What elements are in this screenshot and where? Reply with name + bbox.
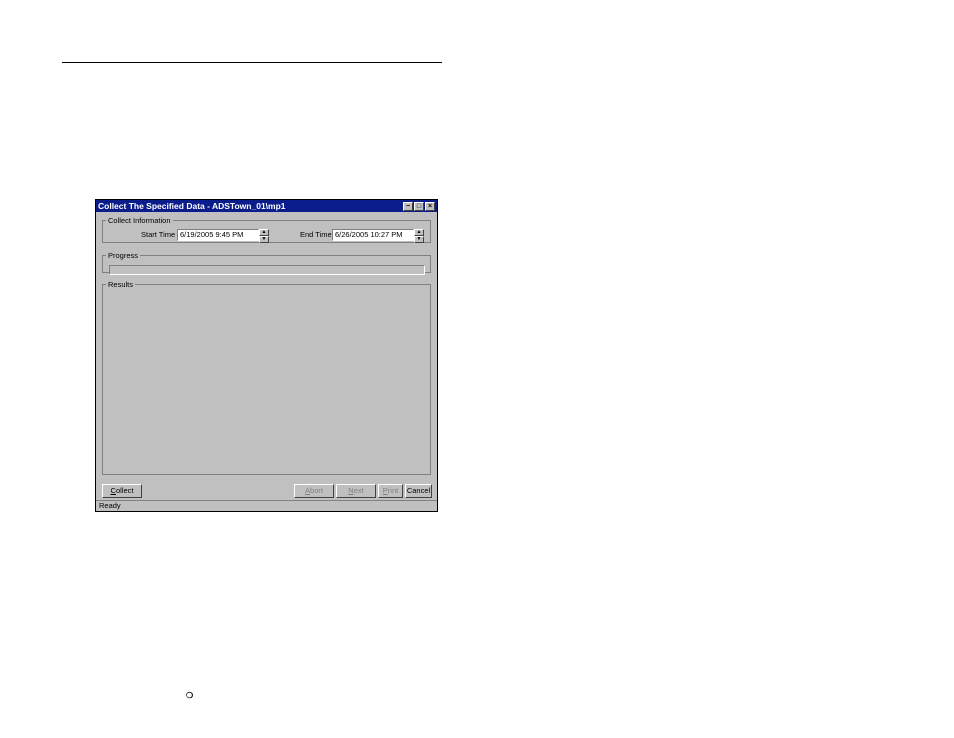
progress-bar bbox=[109, 265, 425, 275]
progress-group: Progress bbox=[102, 251, 431, 273]
window-title: Collect The Specified Data - ADSTown_01\… bbox=[98, 201, 286, 211]
cancel-button[interactable]: Cancel bbox=[405, 484, 432, 498]
end-time-label: End Time bbox=[300, 230, 332, 239]
dialog-window: Collect The Specified Data - ADSTown_01\… bbox=[95, 199, 438, 512]
bullet-icon: ❍ bbox=[186, 691, 193, 700]
titlebar[interactable]: Collect The Specified Data - ADSTown_01\… bbox=[96, 200, 437, 212]
status-bar: Ready bbox=[96, 500, 437, 511]
minimize-button[interactable]: − bbox=[403, 202, 413, 211]
start-time-input[interactable]: 6/19/2005 9:45 PM bbox=[177, 229, 259, 241]
next-button: Next bbox=[336, 484, 376, 498]
down-arrow-icon[interactable]: ▼ bbox=[414, 236, 424, 243]
window-controls: − □ × bbox=[402, 202, 435, 211]
abort-button: Abort bbox=[294, 484, 334, 498]
close-button[interactable]: × bbox=[425, 202, 435, 211]
collect-information-legend: Collect Information bbox=[106, 216, 173, 225]
maximize-button[interactable]: □ bbox=[414, 202, 424, 211]
print-button: Print bbox=[378, 484, 403, 498]
end-time-spinner[interactable]: ▲ ▼ bbox=[414, 229, 424, 241]
results-legend: Results bbox=[106, 280, 135, 289]
collect-information-group: Collect Information Start Time 6/19/2005… bbox=[102, 216, 431, 243]
start-time-label: Start Time bbox=[141, 230, 175, 239]
up-arrow-icon[interactable]: ▲ bbox=[414, 229, 424, 236]
horizontal-rule bbox=[62, 62, 442, 63]
progress-legend: Progress bbox=[106, 251, 140, 260]
status-text: Ready bbox=[99, 501, 121, 510]
up-arrow-icon[interactable]: ▲ bbox=[259, 229, 269, 236]
end-time-input[interactable]: 6/26/2005 10:27 PM bbox=[332, 229, 414, 241]
start-time-spinner[interactable]: ▲ ▼ bbox=[259, 229, 269, 241]
client-area: Collect Information Start Time 6/19/2005… bbox=[96, 212, 437, 500]
results-group: Results bbox=[102, 280, 431, 475]
down-arrow-icon[interactable]: ▼ bbox=[259, 236, 269, 243]
collect-button[interactable]: Collect bbox=[102, 484, 142, 498]
